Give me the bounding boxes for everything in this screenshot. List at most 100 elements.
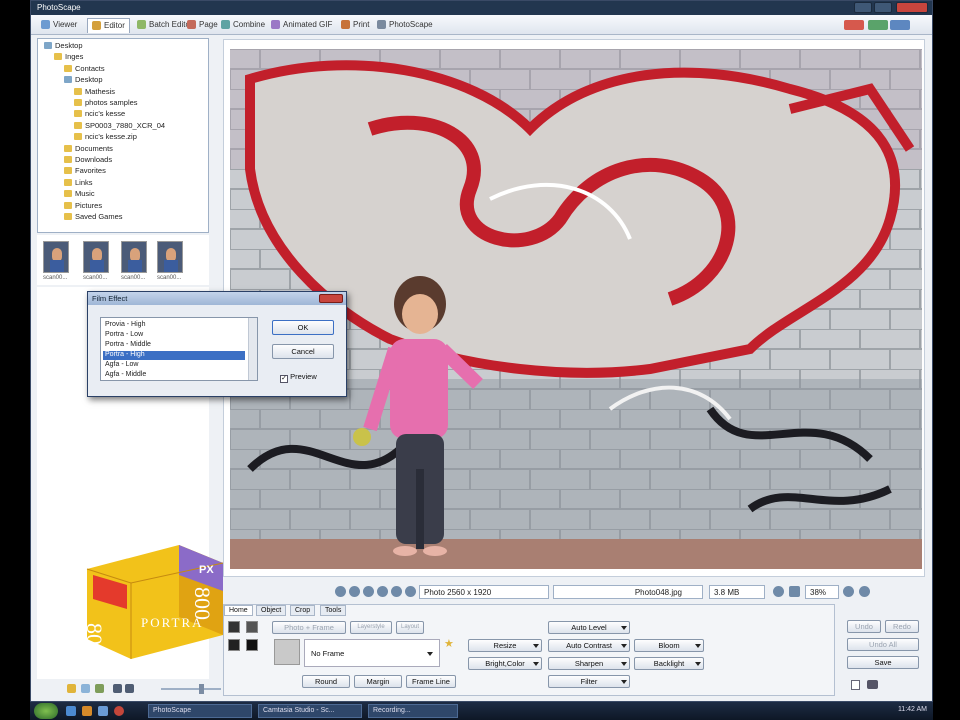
start-button[interactable] — [34, 703, 58, 719]
ie-icon[interactable] — [66, 706, 76, 716]
print-icon[interactable] — [867, 680, 878, 689]
folder-tree[interactable]: Desktop Inges Contacts Desktop Mathesis photo… — [37, 38, 209, 233]
tab-print[interactable]: Print — [337, 18, 373, 33]
auto-level-button[interactable]: Auto Level — [548, 621, 630, 634]
zoom-in-icon[interactable] — [843, 586, 854, 597]
tree-node[interactable]: Favorites — [64, 166, 106, 175]
list-item[interactable]: Agfa - Low — [103, 361, 245, 370]
thumbnail[interactable] — [157, 241, 183, 273]
tree-node[interactable]: Music — [64, 189, 95, 198]
redo-button[interactable]: Redo — [885, 620, 919, 633]
tree-node[interactable]: Documents — [64, 144, 113, 153]
settings-icon[interactable] — [868, 20, 888, 30]
undo-all-button[interactable]: Undo All — [847, 638, 919, 651]
resize-button[interactable]: Resize — [468, 639, 542, 652]
photo-frame-button[interactable]: Photo + Frame — [272, 621, 346, 634]
tree-node[interactable]: Desktop — [44, 41, 83, 50]
list-item[interactable]: Portra - Middle — [103, 341, 245, 350]
thumbnail[interactable] — [83, 241, 109, 273]
media-icon[interactable] — [98, 706, 108, 716]
app-icon[interactable] — [114, 706, 124, 716]
save-button[interactable]: Save — [847, 656, 919, 669]
list-scrollbar[interactable] — [248, 318, 257, 380]
preview-checkbox[interactable]: ✓ Preview — [280, 372, 317, 383]
tree-node[interactable]: Links — [64, 178, 93, 187]
thumbnail-size-slider[interactable] — [161, 688, 221, 690]
tree-node[interactable]: photos samples — [74, 98, 138, 107]
margin-button[interactable]: Margin — [354, 675, 402, 688]
tree-node[interactable]: SP0003_7880_XCR_04 — [74, 121, 165, 130]
layerstyle-button[interactable]: Layerstyle — [350, 621, 392, 634]
star-icon[interactable] — [67, 684, 76, 693]
tab-animated-gif[interactable]: Animated GIF — [267, 18, 336, 33]
thumbnail[interactable] — [121, 241, 147, 273]
zoom-out-icon[interactable] — [859, 586, 870, 597]
list-item[interactable]: Portra - Low — [103, 331, 245, 340]
filter-button[interactable]: Filter — [548, 675, 630, 688]
info-icon[interactable] — [890, 20, 910, 30]
back-icon[interactable] — [113, 684, 122, 693]
refresh-icon[interactable] — [95, 684, 104, 693]
tree-node[interactable]: Saved Games — [64, 212, 123, 221]
cancel-button[interactable]: Cancel — [272, 344, 334, 359]
thumbnail[interactable] — [43, 241, 69, 273]
tree-node[interactable]: ncic's kesse — [74, 109, 125, 118]
taskbar-item-recording[interactable]: Recording... — [368, 704, 458, 718]
forward-icon[interactable] — [125, 684, 134, 693]
folder-icon[interactable] — [81, 684, 90, 693]
tab-page[interactable]: Page — [183, 18, 222, 33]
ok-button[interactable]: OK — [272, 320, 334, 335]
tab-photoscape[interactable]: PhotoScape — [373, 18, 437, 33]
flip-icon[interactable] — [363, 586, 374, 597]
zoom-field[interactable]: 38% — [805, 585, 839, 599]
bright-color-button[interactable]: Bright,Color — [468, 657, 542, 670]
layout-button[interactable]: Layout — [396, 621, 424, 634]
undo-rotate-icon[interactable] — [377, 586, 388, 597]
brightness-icon[interactable] — [228, 621, 240, 633]
tree-node[interactable]: ncic's kesse.zip — [74, 132, 137, 141]
bloom-button[interactable]: Bloom — [634, 639, 704, 652]
minimize-button[interactable] — [854, 2, 872, 13]
maximize-button[interactable] — [874, 2, 892, 13]
sharpen-button[interactable]: Sharpen — [548, 657, 630, 670]
info-circle-icon[interactable] — [405, 586, 416, 597]
dialog-close-button[interactable] — [319, 294, 343, 303]
rotate-left-icon[interactable] — [335, 586, 346, 597]
taskbar-item-camtasia[interactable]: Camtasia Studio - Sc... — [258, 704, 362, 718]
tab-object[interactable]: Object — [256, 605, 287, 616]
backlight-button[interactable]: Backlight — [634, 657, 704, 670]
help-icon[interactable] — [844, 20, 864, 30]
list-item[interactable]: Portra - High — [103, 351, 245, 360]
tab-crop[interactable]: Crop — [290, 605, 316, 616]
tab-home[interactable]: Home — [224, 605, 253, 616]
tree-node[interactable]: Desktop — [64, 75, 103, 84]
round-button[interactable]: Round — [302, 675, 350, 688]
tree-node[interactable]: Contacts — [64, 64, 105, 73]
close-button[interactable] — [896, 2, 928, 13]
invert-icon[interactable] — [228, 639, 240, 651]
grayscale-icon[interactable] — [246, 639, 258, 651]
star-icon[interactable]: ★ — [444, 637, 454, 650]
tab-combine[interactable]: Combine — [217, 18, 269, 33]
film-effect-list[interactable]: Provia - High Portra - Low Portra - Middle… — [100, 317, 258, 381]
contrast-icon[interactable] — [246, 621, 258, 633]
undo-button[interactable]: Undo — [847, 620, 881, 633]
new-page-icon[interactable] — [851, 680, 860, 690]
slider-thumb[interactable] — [199, 684, 204, 694]
frame-line-button[interactable]: Frame Line — [406, 675, 456, 688]
tab-editor[interactable]: Editor — [87, 18, 130, 33]
rotate-right-icon[interactable] — [349, 586, 360, 597]
tree-node[interactable]: Mathesis — [74, 87, 115, 96]
taskbar-item-photoscape[interactable]: PhotoScape — [148, 704, 252, 718]
tree-node[interactable]: Inges — [54, 52, 83, 61]
redo-rotate-icon[interactable] — [391, 586, 402, 597]
frame-select[interactable]: No Frame — [304, 639, 440, 667]
tab-tools[interactable]: Tools — [320, 605, 347, 616]
tree-node[interactable]: Pictures — [64, 201, 102, 210]
auto-contrast-button[interactable]: Auto Contrast — [548, 639, 630, 652]
list-item[interactable]: Provia - High — [103, 321, 245, 330]
folder-icon[interactable] — [82, 706, 92, 716]
tree-node[interactable]: Downloads — [64, 155, 112, 164]
zoom-actual-icon[interactable] — [789, 586, 800, 597]
list-item[interactable]: Agfa - Middle — [103, 371, 245, 380]
